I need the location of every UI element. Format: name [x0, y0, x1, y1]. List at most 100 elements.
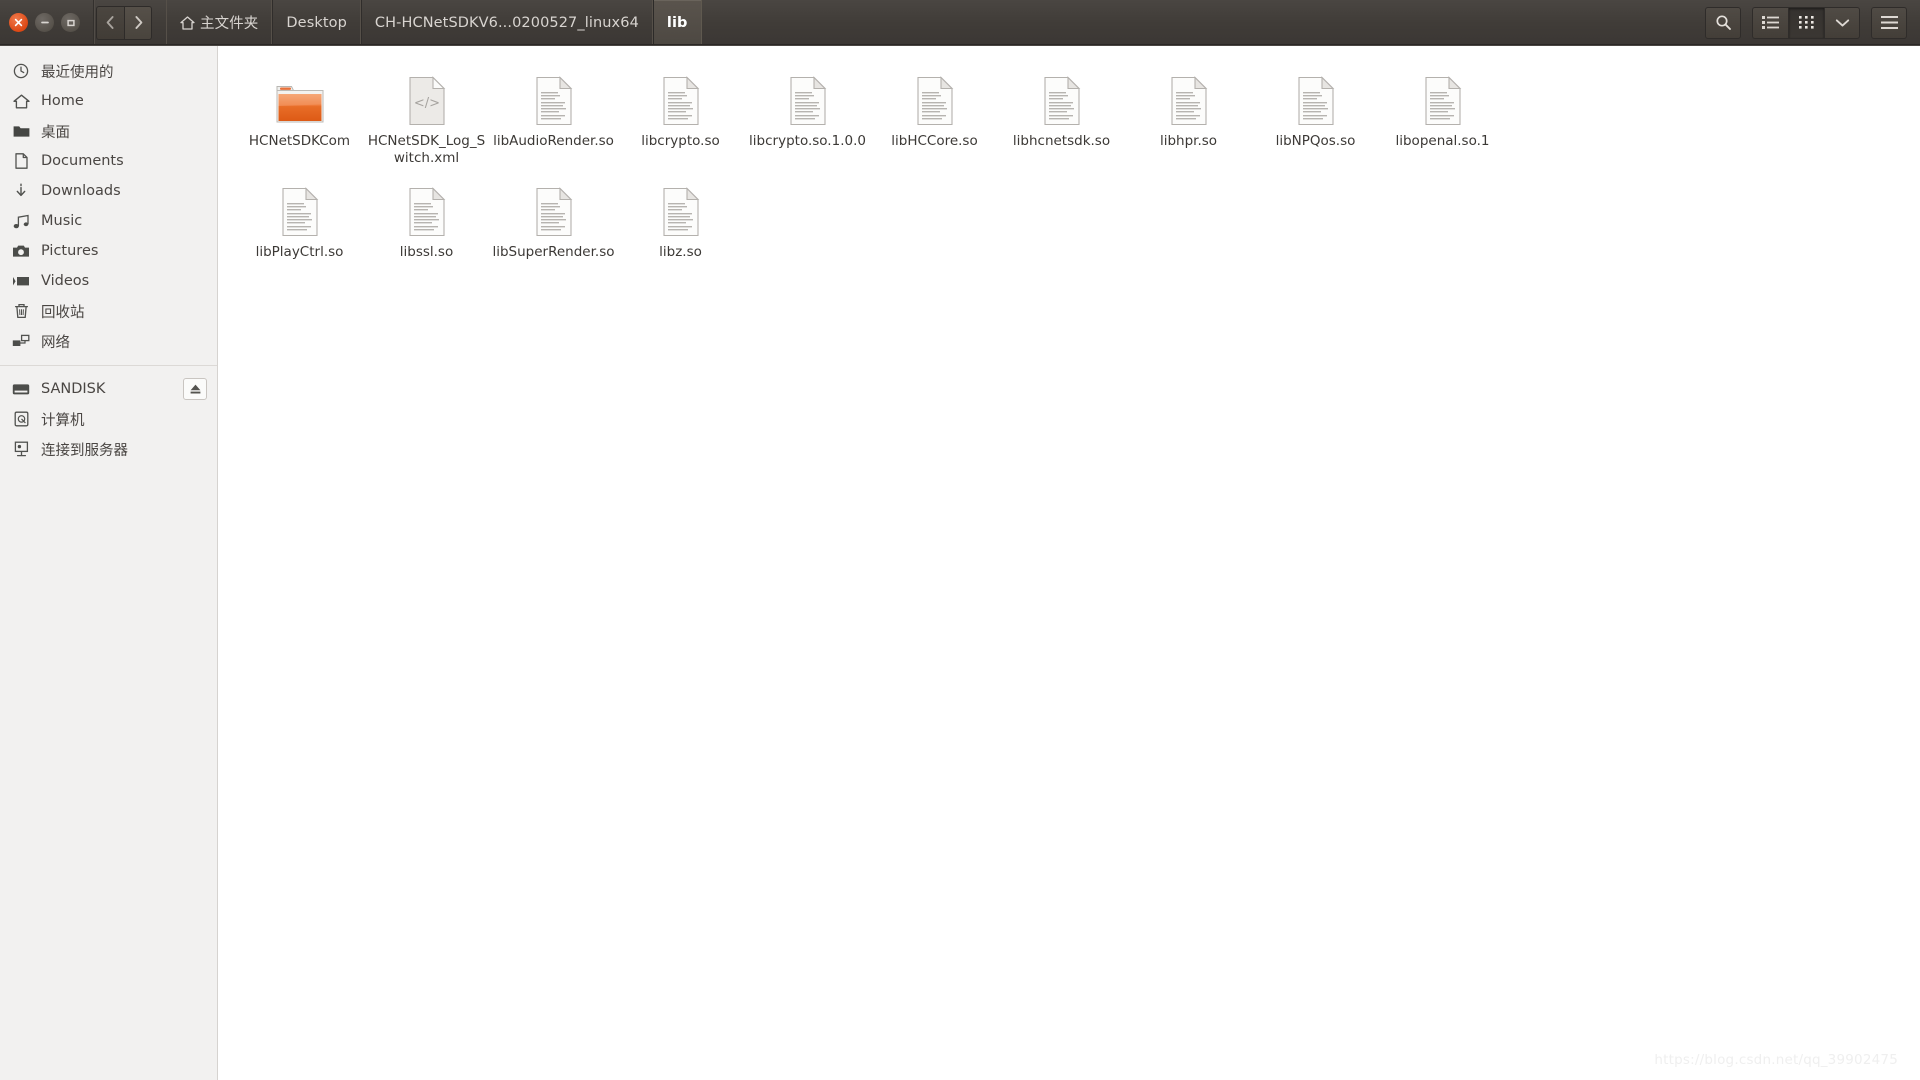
document-file-icon — [407, 183, 447, 237]
breadcrumb: 主文件夹 Desktop CH-HCNetSDKV6...0200527_lin… — [166, 0, 702, 45]
sidebar-item-label: 回收站 — [41, 304, 85, 321]
download-icon — [12, 183, 30, 199]
file-item-document[interactable]: libNPQos.so — [1252, 68, 1379, 167]
navigation-buttons — [96, 0, 152, 45]
sidebar-item-computer[interactable]: 计算机 — [0, 404, 217, 434]
minimize-window-button[interactable] — [35, 13, 54, 32]
document-icon — [12, 153, 30, 169]
menu-button[interactable] — [1871, 6, 1907, 39]
trash-icon — [12, 303, 30, 319]
file-item-document[interactable]: libhpr.so — [1125, 68, 1252, 167]
document-file-icon — [1423, 72, 1463, 126]
window-body: 最近使用的 Home 桌面 Documents Downloads Music … — [0, 46, 1920, 1080]
sidebar-item-sandisk[interactable]: SANDISK — [0, 374, 217, 404]
file-name: libssl.so — [399, 244, 454, 260]
network-icon — [12, 334, 30, 349]
file-name: libopenal.so.1 — [1395, 133, 1490, 149]
file-item-document[interactable]: libssl.so — [363, 179, 490, 271]
file-name: libHCCore.so — [891, 133, 978, 149]
sidebar-item-label: Music — [41, 213, 83, 229]
file-item-document[interactable]: libcrypto.so — [617, 68, 744, 167]
drive-icon — [12, 383, 30, 396]
chevron-right-icon — [134, 16, 142, 29]
chevron-left-icon — [106, 16, 114, 29]
eject-button[interactable] — [183, 378, 207, 400]
home-icon — [180, 15, 195, 30]
sidebar-item-label: Videos — [41, 273, 90, 289]
document-file-icon — [534, 183, 574, 237]
sidebar-item-connect-server[interactable]: 连接到服务器 — [0, 434, 217, 464]
file-item-document[interactable]: libPlayCtrl.so — [236, 179, 363, 271]
file-row-2: libPlayCtrl.so libssl.so libSuperRender.… — [236, 179, 1920, 271]
file-name: libSuperRender.so — [492, 244, 615, 260]
close-icon — [14, 18, 23, 27]
icon-grid: HCNetSDKCom </> HCNetSDK_Log_Switch.xml — [236, 68, 1920, 271]
list-view-button[interactable] — [1752, 6, 1788, 39]
forward-button[interactable] — [124, 5, 152, 40]
sidebar: 最近使用的 Home 桌面 Documents Downloads Music … — [0, 46, 218, 1080]
eject-icon — [190, 384, 200, 394]
file-item-document[interactable]: libAudioRender.so — [490, 68, 617, 167]
breadcrumb-label: CH-HCNetSDKV6...0200527_linux64 — [374, 14, 639, 31]
search-button[interactable] — [1705, 6, 1741, 39]
file-item-folder[interactable]: HCNetSDKCom — [236, 68, 363, 167]
sidebar-item-trash[interactable]: 回收站 — [0, 296, 217, 326]
document-file-icon — [534, 72, 574, 126]
grid-view-button[interactable] — [1788, 6, 1824, 39]
file-item-xml[interactable]: </> HCNetSDK_Log_Switch.xml — [363, 68, 490, 167]
view-options-button[interactable] — [1824, 6, 1860, 39]
sidebar-item-label: 最近使用的 — [41, 64, 114, 81]
breadcrumb-item-sdk-folder[interactable]: CH-HCNetSDKV6...0200527_linux64 — [360, 0, 653, 45]
sidebar-item-videos[interactable]: Videos — [0, 266, 217, 296]
sidebar-item-desktop[interactable]: 桌面 — [0, 116, 217, 146]
file-name: libPlayCtrl.so — [255, 244, 344, 260]
sidebar-item-music[interactable]: Music — [0, 206, 217, 236]
sidebar-item-downloads[interactable]: Downloads — [0, 176, 217, 206]
file-name: libhpr.so — [1159, 133, 1218, 149]
file-name: libcrypto.so — [641, 133, 720, 149]
file-name: libNPQos.so — [1275, 133, 1356, 149]
document-file-icon — [915, 72, 955, 126]
sidebar-item-label: Home — [41, 93, 84, 109]
document-file-icon — [1296, 72, 1336, 126]
sidebar-item-label: Documents — [41, 153, 124, 169]
xml-file-icon: </> — [407, 72, 447, 126]
sidebar-item-pictures[interactable]: Pictures — [0, 236, 217, 266]
sidebar-divider — [0, 365, 217, 366]
file-name: libhcnetsdk.so — [1012, 133, 1111, 149]
hamburger-menu-icon — [1880, 16, 1898, 29]
breadcrumb-item-desktop[interactable]: Desktop — [272, 0, 361, 45]
document-file-icon — [788, 72, 828, 126]
maximize-window-button[interactable] — [61, 13, 80, 32]
sidebar-item-documents[interactable]: Documents — [0, 146, 217, 176]
sidebar-item-label: 计算机 — [41, 412, 85, 429]
computer-icon — [12, 411, 30, 427]
sidebar-item-recent[interactable]: 最近使用的 — [0, 56, 217, 86]
file-item-document[interactable]: libHCCore.so — [871, 68, 998, 167]
breadcrumb-label: 主文件夹 — [200, 16, 259, 32]
back-button[interactable] — [96, 5, 124, 40]
folder-icon — [12, 124, 30, 138]
close-window-button[interactable] — [9, 13, 28, 32]
sidebar-item-label: 连接到服务器 — [41, 442, 128, 459]
clock-icon — [12, 63, 30, 79]
document-file-icon — [280, 183, 320, 237]
file-row-1: HCNetSDKCom </> HCNetSDK_Log_Switch.xml — [236, 68, 1920, 167]
document-file-icon — [661, 72, 701, 126]
toolbar-actions — [1705, 0, 1920, 45]
connect-server-icon — [12, 441, 30, 457]
file-item-document[interactable]: libhcnetsdk.so — [998, 68, 1125, 167]
document-file-icon — [661, 183, 701, 237]
chevron-down-icon — [1835, 18, 1849, 27]
music-icon — [12, 214, 30, 229]
file-item-document[interactable]: libcrypto.so.1.0.0 — [744, 68, 871, 167]
file-item-document[interactable]: libSuperRender.so — [490, 179, 617, 271]
file-manager-window: 主文件夹 Desktop CH-HCNetSDKV6...0200527_lin… — [0, 0, 1920, 1080]
file-item-document[interactable]: libz.so — [617, 179, 744, 271]
breadcrumb-item-lib[interactable]: lib — [652, 0, 702, 45]
file-item-document[interactable]: libopenal.so.1 — [1379, 68, 1506, 167]
sidebar-item-network[interactable]: 网络 — [0, 326, 217, 356]
breadcrumb-item-home[interactable]: 主文件夹 — [166, 0, 273, 45]
sidebar-item-home[interactable]: Home — [0, 86, 217, 116]
file-list-area[interactable]: HCNetSDKCom </> HCNetSDK_Log_Switch.xml — [218, 46, 1920, 1080]
